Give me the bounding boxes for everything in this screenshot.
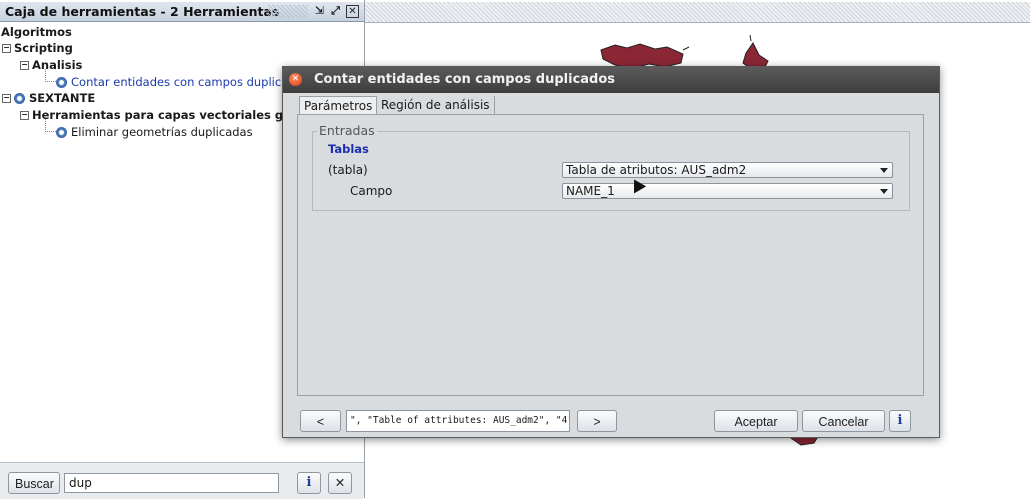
parameters-panel: Entradas Tablas (tabla) Tabla de atribut… bbox=[297, 114, 924, 396]
search-input[interactable]: dup bbox=[64, 473, 279, 493]
tree-root[interactable]: Algoritmos bbox=[1, 24, 72, 40]
tree-node-label: Herramientas para capas vectoriales gen bbox=[32, 108, 300, 122]
tree-node-label: SEXTANTE bbox=[29, 91, 96, 105]
tabla-select[interactable]: Tabla de atributos: AUS_adm2 bbox=[562, 162, 893, 178]
title-grip bbox=[268, 5, 308, 18]
toolbox-search-bar: Buscar dup i ✕ bbox=[0, 462, 364, 499]
close-icon[interactable]: ✕ bbox=[346, 5, 359, 18]
entradas-group: Entradas Tablas (tabla) Tabla de atribut… bbox=[312, 123, 910, 211]
info-button[interactable]: i bbox=[297, 472, 321, 494]
dialog-info-button[interactable]: i bbox=[889, 410, 911, 432]
cancel-button[interactable]: Cancelar bbox=[802, 410, 885, 432]
algorithm-gear-icon bbox=[56, 77, 67, 88]
tree-leaf-label: Eliminar geometrías duplicadas bbox=[71, 125, 253, 139]
tab-region-analisis[interactable]: Región de análisis bbox=[377, 96, 495, 114]
prev-button[interactable]: < bbox=[300, 410, 341, 432]
tree-branch-line bbox=[45, 69, 56, 82]
map-line bbox=[682, 46, 690, 51]
map-line bbox=[749, 34, 752, 42]
config-tools-button[interactable]: ✕ bbox=[328, 472, 352, 494]
dialog-title: Contar entidades con campos duplicados bbox=[314, 72, 616, 87]
algorithm-gear-icon bbox=[56, 127, 67, 138]
param-label-campo: Campo bbox=[350, 184, 393, 198]
tree-branch-line bbox=[45, 119, 56, 132]
tree-node-sextante[interactable]: − SEXTANTE bbox=[2, 90, 95, 106]
collapse-icon[interactable]: − bbox=[2, 94, 11, 103]
tree-leaf-label: Contar entidades con campos duplic bbox=[71, 75, 282, 89]
next-button[interactable]: > bbox=[577, 410, 617, 432]
collapse-icon[interactable]: − bbox=[2, 44, 11, 53]
map-title-bar bbox=[365, 2, 1030, 23]
toolbox-title-bar: Caja de herramientas - 2 Herramientas ⇲ … bbox=[0, 2, 364, 22]
campo-select-value: NAME_1 bbox=[566, 184, 615, 198]
param-label-tabla: (tabla) bbox=[328, 163, 368, 177]
wrench-icon: ✕ bbox=[334, 475, 346, 490]
accept-button[interactable]: Aceptar bbox=[714, 410, 798, 432]
collapse-icon[interactable]: − bbox=[20, 111, 29, 120]
dialog-close-icon[interactable]: ✕ bbox=[289, 73, 302, 86]
algorithm-dialog: ✕ Contar entidades con campos duplicados… bbox=[282, 66, 940, 438]
tabla-select-value: Tabla de atributos: AUS_adm2 bbox=[566, 163, 747, 177]
toolbox-title: Caja de herramientas - 2 Herramientas bbox=[5, 4, 280, 19]
tree-node-scripting[interactable]: − Scripting bbox=[2, 40, 73, 56]
chevron-down-icon bbox=[880, 168, 888, 173]
sextante-gear-icon bbox=[14, 93, 25, 104]
entradas-legend: Entradas bbox=[317, 123, 377, 139]
tree-root-label: Algoritmos bbox=[1, 25, 72, 39]
maximize-icon[interactable]: ⤢ bbox=[329, 5, 342, 18]
tree-node-label: Analisis bbox=[32, 58, 83, 72]
chevron-down-icon bbox=[880, 189, 888, 194]
tab-parametros[interactable]: Parámetros bbox=[299, 96, 378, 114]
campo-select[interactable]: NAME_1 bbox=[562, 183, 893, 199]
collapse-icon[interactable]: − bbox=[20, 61, 29, 70]
dialog-title-bar: ✕ Contar entidades con campos duplicados bbox=[283, 67, 939, 93]
tablas-section-label: Tablas bbox=[328, 142, 369, 156]
command-preview-field[interactable]: ", "Table of attributes: AUS_adm2", "4") bbox=[346, 410, 570, 432]
search-button[interactable]: Buscar bbox=[8, 472, 60, 494]
tree-leaf-eliminar-geometrias[interactable]: Eliminar geometrías duplicadas bbox=[56, 124, 253, 140]
tree-node-label: Scripting bbox=[14, 41, 73, 55]
tree-leaf-contar-entidades[interactable]: Contar entidades con campos duplic bbox=[56, 74, 281, 90]
restore-icon[interactable]: ⇲ bbox=[313, 5, 326, 18]
tree-node-vector-tools[interactable]: − Herramientas para capas vectoriales gen bbox=[20, 107, 299, 123]
